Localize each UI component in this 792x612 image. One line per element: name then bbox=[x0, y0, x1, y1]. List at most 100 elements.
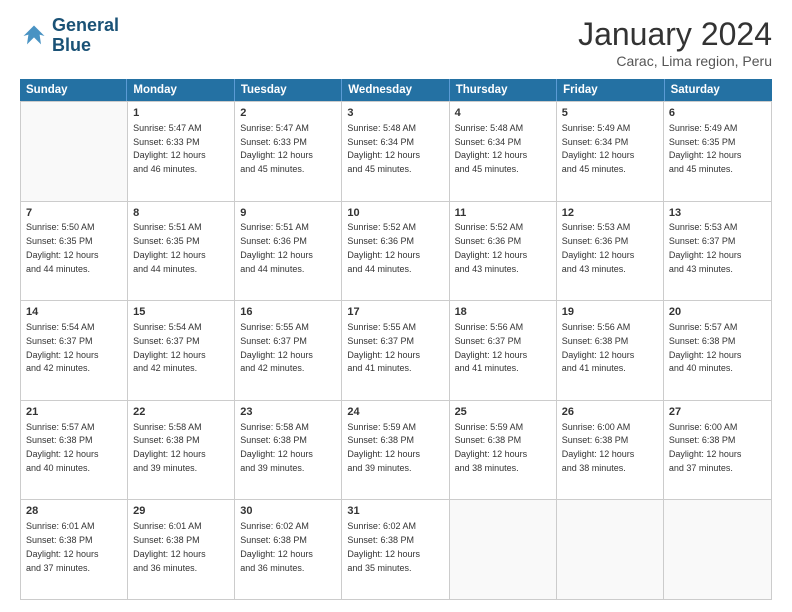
cell-info: Sunrise: 5:58 AMSunset: 6:38 PMDaylight:… bbox=[240, 422, 313, 473]
calendar-cell: 22 Sunrise: 5:58 AMSunset: 6:38 PMDaylig… bbox=[128, 401, 235, 500]
day-number: 1 bbox=[133, 106, 229, 121]
calendar-cell: 24 Sunrise: 5:59 AMSunset: 6:38 PMDaylig… bbox=[342, 401, 449, 500]
cell-info: Sunrise: 5:52 AMSunset: 6:36 PMDaylight:… bbox=[455, 222, 528, 273]
calendar-cell: 29 Sunrise: 6:01 AMSunset: 6:38 PMDaylig… bbox=[128, 500, 235, 599]
day-number: 25 bbox=[455, 405, 551, 420]
calendar-page: General Blue January 2024 Carac, Lima re… bbox=[0, 0, 792, 612]
calendar-cell: 25 Sunrise: 5:59 AMSunset: 6:38 PMDaylig… bbox=[450, 401, 557, 500]
day-number: 19 bbox=[562, 305, 658, 320]
calendar-cell: 11 Sunrise: 5:52 AMSunset: 6:36 PMDaylig… bbox=[450, 202, 557, 301]
cell-info: Sunrise: 5:49 AMSunset: 6:35 PMDaylight:… bbox=[669, 123, 742, 174]
cell-info: Sunrise: 6:02 AMSunset: 6:38 PMDaylight:… bbox=[347, 521, 420, 572]
cell-info: Sunrise: 6:02 AMSunset: 6:38 PMDaylight:… bbox=[240, 521, 313, 572]
calendar: SundayMondayTuesdayWednesdayThursdayFrid… bbox=[20, 79, 772, 600]
calendar-cell: 12 Sunrise: 5:53 AMSunset: 6:36 PMDaylig… bbox=[557, 202, 664, 301]
calendar-cell: 7 Sunrise: 5:50 AMSunset: 6:35 PMDayligh… bbox=[21, 202, 128, 301]
calendar-cell: 1 Sunrise: 5:47 AMSunset: 6:33 PMDayligh… bbox=[128, 102, 235, 201]
calendar-cell: 9 Sunrise: 5:51 AMSunset: 6:36 PMDayligh… bbox=[235, 202, 342, 301]
calendar-row: 7 Sunrise: 5:50 AMSunset: 6:35 PMDayligh… bbox=[21, 201, 771, 301]
calendar-cell: 2 Sunrise: 5:47 AMSunset: 6:33 PMDayligh… bbox=[235, 102, 342, 201]
day-number: 12 bbox=[562, 206, 658, 221]
cell-info: Sunrise: 6:00 AMSunset: 6:38 PMDaylight:… bbox=[669, 422, 742, 473]
logo-text: General Blue bbox=[52, 16, 119, 56]
weekday-header: Friday bbox=[557, 79, 664, 101]
cell-info: Sunrise: 5:56 AMSunset: 6:38 PMDaylight:… bbox=[562, 322, 635, 373]
cell-info: Sunrise: 5:48 AMSunset: 6:34 PMDaylight:… bbox=[347, 123, 420, 174]
calendar-cell bbox=[21, 102, 128, 201]
day-number: 15 bbox=[133, 305, 229, 320]
calendar-row: 1 Sunrise: 5:47 AMSunset: 6:33 PMDayligh… bbox=[21, 101, 771, 201]
day-number: 31 bbox=[347, 504, 443, 519]
calendar-cell: 26 Sunrise: 6:00 AMSunset: 6:38 PMDaylig… bbox=[557, 401, 664, 500]
day-number: 29 bbox=[133, 504, 229, 519]
day-number: 7 bbox=[26, 206, 122, 221]
cell-info: Sunrise: 5:52 AMSunset: 6:36 PMDaylight:… bbox=[347, 222, 420, 273]
weekday-header: Tuesday bbox=[235, 79, 342, 101]
weekday-header: Sunday bbox=[20, 79, 127, 101]
day-number: 30 bbox=[240, 504, 336, 519]
cell-info: Sunrise: 5:56 AMSunset: 6:37 PMDaylight:… bbox=[455, 322, 528, 373]
day-number: 13 bbox=[669, 206, 766, 221]
calendar-body: 1 Sunrise: 5:47 AMSunset: 6:33 PMDayligh… bbox=[20, 101, 772, 600]
cell-info: Sunrise: 6:00 AMSunset: 6:38 PMDaylight:… bbox=[562, 422, 635, 473]
calendar-cell: 18 Sunrise: 5:56 AMSunset: 6:37 PMDaylig… bbox=[450, 301, 557, 400]
day-number: 4 bbox=[455, 106, 551, 121]
cell-info: Sunrise: 5:59 AMSunset: 6:38 PMDaylight:… bbox=[455, 422, 528, 473]
cell-info: Sunrise: 5:50 AMSunset: 6:35 PMDaylight:… bbox=[26, 222, 99, 273]
day-number: 22 bbox=[133, 405, 229, 420]
calendar-cell: 27 Sunrise: 6:00 AMSunset: 6:38 PMDaylig… bbox=[664, 401, 771, 500]
cell-info: Sunrise: 5:54 AMSunset: 6:37 PMDaylight:… bbox=[26, 322, 99, 373]
calendar-cell bbox=[557, 500, 664, 599]
day-number: 3 bbox=[347, 106, 443, 121]
calendar-cell bbox=[664, 500, 771, 599]
calendar-cell: 16 Sunrise: 5:55 AMSunset: 6:37 PMDaylig… bbox=[235, 301, 342, 400]
cell-info: Sunrise: 6:01 AMSunset: 6:38 PMDaylight:… bbox=[26, 521, 99, 572]
day-number: 6 bbox=[669, 106, 766, 121]
weekday-header: Saturday bbox=[665, 79, 772, 101]
calendar-cell: 3 Sunrise: 5:48 AMSunset: 6:34 PMDayligh… bbox=[342, 102, 449, 201]
day-number: 28 bbox=[26, 504, 122, 519]
day-number: 21 bbox=[26, 405, 122, 420]
calendar-cell bbox=[450, 500, 557, 599]
header: General Blue January 2024 Carac, Lima re… bbox=[20, 16, 772, 69]
day-number: 2 bbox=[240, 106, 336, 121]
cell-info: Sunrise: 5:55 AMSunset: 6:37 PMDaylight:… bbox=[347, 322, 420, 373]
calendar-cell: 30 Sunrise: 6:02 AMSunset: 6:38 PMDaylig… bbox=[235, 500, 342, 599]
weekday-header: Thursday bbox=[450, 79, 557, 101]
day-number: 11 bbox=[455, 206, 551, 221]
calendar-cell: 13 Sunrise: 5:53 AMSunset: 6:37 PMDaylig… bbox=[664, 202, 771, 301]
calendar-cell: 4 Sunrise: 5:48 AMSunset: 6:34 PMDayligh… bbox=[450, 102, 557, 201]
cell-info: Sunrise: 5:48 AMSunset: 6:34 PMDaylight:… bbox=[455, 123, 528, 174]
day-number: 10 bbox=[347, 206, 443, 221]
day-number: 27 bbox=[669, 405, 766, 420]
calendar-cell: 31 Sunrise: 6:02 AMSunset: 6:38 PMDaylig… bbox=[342, 500, 449, 599]
day-number: 18 bbox=[455, 305, 551, 320]
cell-info: Sunrise: 5:53 AMSunset: 6:37 PMDaylight:… bbox=[669, 222, 742, 273]
cell-info: Sunrise: 5:47 AMSunset: 6:33 PMDaylight:… bbox=[133, 123, 206, 174]
weekday-header: Monday bbox=[127, 79, 234, 101]
day-number: 16 bbox=[240, 305, 336, 320]
subtitle: Carac, Lima region, Peru bbox=[578, 53, 772, 69]
calendar-cell: 19 Sunrise: 5:56 AMSunset: 6:38 PMDaylig… bbox=[557, 301, 664, 400]
calendar-cell: 6 Sunrise: 5:49 AMSunset: 6:35 PMDayligh… bbox=[664, 102, 771, 201]
cell-info: Sunrise: 5:51 AMSunset: 6:35 PMDaylight:… bbox=[133, 222, 206, 273]
day-number: 20 bbox=[669, 305, 766, 320]
cell-info: Sunrise: 5:53 AMSunset: 6:36 PMDaylight:… bbox=[562, 222, 635, 273]
day-number: 5 bbox=[562, 106, 658, 121]
calendar-cell: 23 Sunrise: 5:58 AMSunset: 6:38 PMDaylig… bbox=[235, 401, 342, 500]
cell-info: Sunrise: 5:58 AMSunset: 6:38 PMDaylight:… bbox=[133, 422, 206, 473]
calendar-cell: 5 Sunrise: 5:49 AMSunset: 6:34 PMDayligh… bbox=[557, 102, 664, 201]
calendar-cell: 20 Sunrise: 5:57 AMSunset: 6:38 PMDaylig… bbox=[664, 301, 771, 400]
cell-info: Sunrise: 5:51 AMSunset: 6:36 PMDaylight:… bbox=[240, 222, 313, 273]
cell-info: Sunrise: 5:54 AMSunset: 6:37 PMDaylight:… bbox=[133, 322, 206, 373]
calendar-row: 21 Sunrise: 5:57 AMSunset: 6:38 PMDaylig… bbox=[21, 400, 771, 500]
day-number: 9 bbox=[240, 206, 336, 221]
calendar-cell: 17 Sunrise: 5:55 AMSunset: 6:37 PMDaylig… bbox=[342, 301, 449, 400]
logo-icon bbox=[20, 22, 48, 50]
cell-info: Sunrise: 5:55 AMSunset: 6:37 PMDaylight:… bbox=[240, 322, 313, 373]
month-title: January 2024 bbox=[578, 16, 772, 53]
calendar-header: SundayMondayTuesdayWednesdayThursdayFrid… bbox=[20, 79, 772, 101]
calendar-cell: 8 Sunrise: 5:51 AMSunset: 6:35 PMDayligh… bbox=[128, 202, 235, 301]
cell-info: Sunrise: 5:57 AMSunset: 6:38 PMDaylight:… bbox=[669, 322, 742, 373]
calendar-row: 14 Sunrise: 5:54 AMSunset: 6:37 PMDaylig… bbox=[21, 300, 771, 400]
